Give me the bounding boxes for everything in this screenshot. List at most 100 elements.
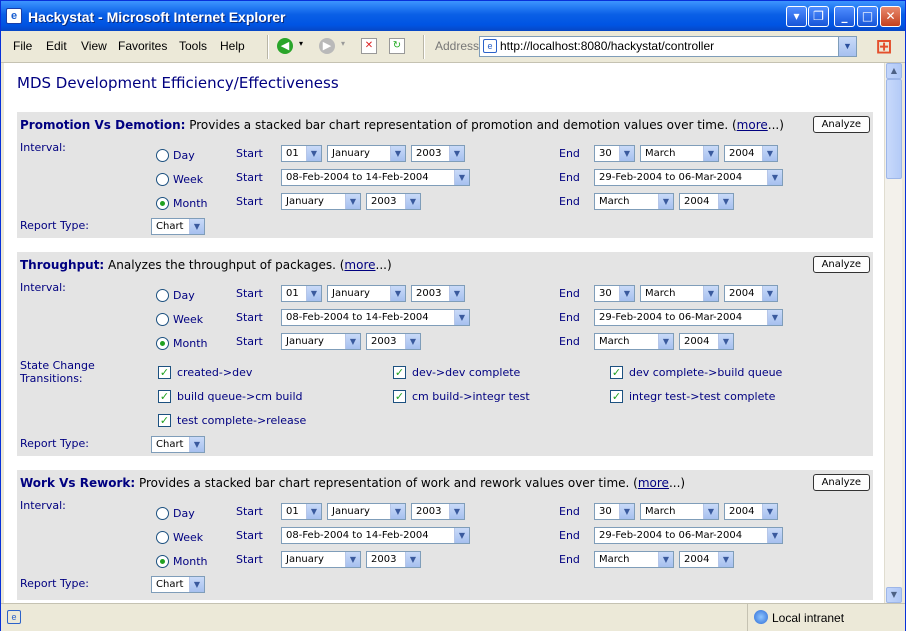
- more-link[interactable]: more: [344, 258, 375, 272]
- section-header: Throughput: Analyzes the throughput of p…: [20, 258, 392, 272]
- address-url: http://localhost:8080/hackystat/controll…: [500, 39, 715, 53]
- radio-week[interactable]: [156, 313, 169, 326]
- radio-week[interactable]: [156, 173, 169, 186]
- menu-edit[interactable]: Edit: [46, 39, 67, 53]
- start-month-select[interactable]: January ▼: [327, 285, 406, 302]
- interval-label: Interval:: [20, 281, 66, 294]
- menu-favorites[interactable]: Favorites: [118, 39, 167, 53]
- end-year-select[interactable]: 2004 ▼: [724, 503, 778, 520]
- radio-week[interactable]: [156, 531, 169, 544]
- scroll-up-icon[interactable]: ▲: [886, 63, 902, 79]
- maximize-button[interactable]: □: [857, 6, 878, 27]
- radio-day[interactable]: [156, 149, 169, 162]
- radio-day[interactable]: [156, 289, 169, 302]
- month-start-month-select[interactable]: January ▼: [281, 551, 361, 568]
- interval-label: Interval:: [20, 141, 66, 154]
- end-month-select[interactable]: March ▼: [640, 145, 719, 162]
- title-bar[interactable]: e Hackystat - Microsoft Internet Explore…: [1, 1, 905, 31]
- scroll-thumb[interactable]: [886, 79, 902, 179]
- scroll-down-icon[interactable]: ▼: [886, 587, 902, 603]
- forward-icon[interactable]: ▶: [319, 38, 335, 54]
- month-end-month-select[interactable]: March ▼: [594, 551, 674, 568]
- start-month-select[interactable]: January ▼: [327, 503, 406, 520]
- checkbox-label: created->dev: [177, 366, 253, 379]
- month-start-month-select[interactable]: January ▼: [281, 193, 361, 210]
- start-week-select[interactable]: 08-Feb-2004 to 14-Feb-2004 ▼: [281, 527, 470, 544]
- start-day-select[interactable]: 01 ▼: [281, 285, 322, 302]
- back-icon[interactable]: ◀: [277, 38, 293, 54]
- checkbox-label: dev complete->build queue: [629, 366, 783, 379]
- more-link[interactable]: more: [737, 118, 768, 132]
- start-year-select[interactable]: 2003 ▼: [411, 503, 465, 520]
- report-type-select[interactable]: Chart ▼: [151, 436, 205, 453]
- end-week-select[interactable]: 29-Feb-2004 to 06-Mar-2004 ▼: [594, 527, 783, 544]
- month-end-year-select[interactable]: 2004 ▼: [679, 193, 734, 210]
- month-start-month-select[interactable]: January ▼: [281, 333, 361, 350]
- report-type-select[interactable]: Chart ▼: [151, 576, 205, 593]
- start-year-select[interactable]: 2003 ▼: [411, 285, 465, 302]
- analyze-button[interactable]: Analyze: [812, 256, 870, 273]
- interval-label: Interval:: [20, 499, 66, 512]
- menu-view[interactable]: View: [81, 39, 107, 53]
- start-label: Start: [236, 147, 263, 160]
- close-button[interactable]: ✕: [880, 6, 901, 27]
- menu-tools[interactable]: Tools: [179, 39, 207, 53]
- checkbox-integr-test-test-complete[interactable]: ✓: [610, 390, 623, 403]
- address-dropdown-icon[interactable]: ▼: [838, 37, 856, 56]
- start-week-select[interactable]: 08-Feb-2004 to 14-Feb-2004 ▼: [281, 309, 470, 326]
- end-day-select[interactable]: 30 ▼: [594, 145, 635, 162]
- end-week-select[interactable]: 29-Feb-2004 to 06-Mar-2004 ▼: [594, 309, 783, 326]
- radio-month[interactable]: [156, 197, 169, 210]
- month-end-month-select[interactable]: March ▼: [594, 333, 674, 350]
- radio-day[interactable]: [156, 507, 169, 520]
- section-description: Analyzes the throughput of packages.: [104, 258, 340, 272]
- minimize-button[interactable]: _: [834, 6, 855, 27]
- intranet-icon: [754, 610, 768, 624]
- analyze-button[interactable]: Analyze: [812, 116, 870, 133]
- refresh-icon[interactable]: ↻: [389, 38, 405, 54]
- start-week-select[interactable]: 08-Feb-2004 to 14-Feb-2004 ▼: [281, 169, 470, 186]
- end-month-select[interactable]: March ▼: [640, 285, 719, 302]
- report-type-select[interactable]: Chart ▼: [151, 218, 205, 235]
- menu-file[interactable]: File: [13, 39, 32, 53]
- start-day-select[interactable]: 01 ▼: [281, 145, 322, 162]
- radio-month[interactable]: [156, 337, 169, 350]
- back-dropdown-icon[interactable]: ▾: [299, 39, 303, 48]
- checkbox-label: cm build->integr test: [412, 390, 530, 403]
- end-day-select[interactable]: 30 ▼: [594, 285, 635, 302]
- end-month-select[interactable]: March ▼: [640, 503, 719, 520]
- forward-dropdown-icon[interactable]: ▾: [341, 39, 345, 48]
- checkbox-dev-complete-build-queue[interactable]: ✓: [610, 366, 623, 379]
- restore-icon[interactable]: ❐: [808, 6, 829, 27]
- radio-month[interactable]: [156, 555, 169, 568]
- end-year-select[interactable]: 2004 ▼: [724, 145, 778, 162]
- address-input[interactable]: e http://localhost:8080/hackystat/contro…: [479, 36, 857, 57]
- end-label: End: [559, 553, 580, 566]
- window-title: Hackystat - Microsoft Internet Explorer: [28, 9, 286, 25]
- month-end-month-select[interactable]: March ▼: [594, 193, 674, 210]
- month-start-year-select[interactable]: 2003 ▼: [366, 333, 421, 350]
- more-link[interactable]: more: [638, 476, 669, 490]
- end-week-select[interactable]: 29-Feb-2004 to 06-Mar-2004 ▼: [594, 169, 783, 186]
- stop-icon[interactable]: ✕: [361, 38, 377, 54]
- checkbox-test-complete-release[interactable]: ✓: [158, 414, 171, 427]
- checkbox-dev-dev-complete[interactable]: ✓: [393, 366, 406, 379]
- month-end-year-select[interactable]: 2004 ▼: [679, 333, 734, 350]
- start-month-select[interactable]: January ▼: [327, 145, 406, 162]
- checkbox-cm-build-integr-test[interactable]: ✓: [393, 390, 406, 403]
- analyze-button[interactable]: Analyze: [812, 474, 870, 491]
- checkbox-created-dev[interactable]: ✓: [158, 366, 171, 379]
- month-start-year-select[interactable]: 2003 ▼: [366, 193, 421, 210]
- status-bar: e Local intranet: [1, 603, 905, 631]
- start-year-select[interactable]: 2003 ▼: [411, 145, 465, 162]
- month-start-year-select[interactable]: 2003 ▼: [366, 551, 421, 568]
- end-day-select[interactable]: 30 ▼: [594, 503, 635, 520]
- report-type-label: Report Type:: [20, 437, 89, 450]
- checkbox-build-queue-cm-build[interactable]: ✓: [158, 390, 171, 403]
- menu-dropdown-button[interactable]: ▾: [786, 6, 807, 27]
- month-end-year-select[interactable]: 2004 ▼: [679, 551, 734, 568]
- start-day-select[interactable]: 01 ▼: [281, 503, 322, 520]
- end-year-select[interactable]: 2004 ▼: [724, 285, 778, 302]
- vertical-scrollbar[interactable]: ▲ ▼: [884, 63, 902, 603]
- menu-help[interactable]: Help: [220, 39, 245, 53]
